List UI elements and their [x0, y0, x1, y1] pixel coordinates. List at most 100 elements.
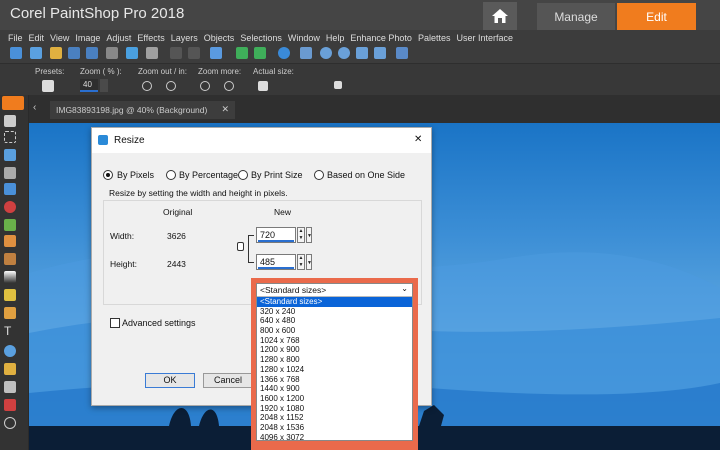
menu-window[interactable]: Window — [288, 33, 320, 43]
open-folder-icon[interactable] — [50, 47, 62, 59]
menu-user-interface[interactable]: User Interface — [456, 33, 513, 43]
crop-tool-icon[interactable] — [4, 167, 16, 179]
standard-sizes-dropdown[interactable]: <Standard sizes> ⌄ <Standard sizes> 320 … — [256, 283, 413, 443]
list-item[interactable]: 800 x 600 — [257, 326, 412, 336]
menu-image[interactable]: Image — [75, 33, 100, 43]
menu-enhance-photo[interactable]: Enhance Photo — [350, 33, 412, 43]
undo-icon[interactable] — [170, 47, 182, 59]
pan-tool-icon[interactable] — [2, 96, 24, 110]
radio-label-by-percentage[interactable]: By Percentage — [179, 170, 238, 180]
redo-icon[interactable] — [188, 47, 200, 59]
zoom-value-field[interactable]: 40 — [80, 79, 98, 92]
list-item[interactable]: 1440 x 900 — [257, 384, 412, 394]
list-item[interactable]: 1280 x 1024 — [257, 365, 412, 375]
advanced-settings-label[interactable]: Advanced settings — [122, 318, 196, 328]
radio-by-print-size[interactable] — [238, 170, 248, 180]
radio-label-by-pixels[interactable]: By Pixels — [117, 170, 154, 180]
radio-by-percentage[interactable] — [166, 170, 176, 180]
list-item[interactable]: 1280 x 800 — [257, 355, 412, 365]
pan-preset-icon[interactable] — [42, 80, 54, 92]
list-item[interactable]: 1920 x 1080 — [257, 404, 412, 414]
dropper-tool-icon[interactable] — [4, 149, 16, 161]
eraser-tool-icon[interactable] — [4, 399, 16, 411]
save-icon[interactable] — [68, 47, 80, 59]
dialog-close-icon[interactable]: ✕ — [414, 134, 422, 145]
pen-tool-icon[interactable] — [4, 363, 16, 375]
add-tool-icon[interactable] — [4, 417, 16, 429]
actual-size-icon[interactable] — [374, 47, 386, 59]
browse-icon[interactable] — [30, 47, 42, 59]
tab-scroll-left-icon[interactable]: ‹ — [33, 102, 36, 113]
zoom-more-in-icon[interactable] — [224, 81, 234, 91]
new-width-field[interactable]: 720 — [256, 227, 296, 243]
info-icon[interactable] — [278, 47, 290, 59]
aspect-lock-icon[interactable] — [237, 242, 244, 251]
actual-size-button-icon[interactable] — [258, 81, 268, 91]
selection-tool-icon[interactable] — [4, 131, 16, 143]
ok-button[interactable]: OK — [145, 373, 195, 388]
print-icon[interactable] — [106, 47, 118, 59]
menu-view[interactable]: View — [50, 33, 69, 43]
menu-help[interactable]: Help — [326, 33, 345, 43]
zoom-out-icon[interactable] — [338, 47, 350, 59]
list-item[interactable]: 2048 x 1152 — [257, 413, 412, 423]
height-spinner[interactable]: ▲ ▼ — [297, 254, 305, 270]
width-unit-dropdown[interactable]: ▼ — [306, 227, 312, 243]
radio-label-by-print-size[interactable]: By Print Size — [251, 170, 303, 180]
list-item[interactable]: 1024 x 768 — [257, 336, 412, 346]
list-item[interactable]: 1600 x 1200 — [257, 394, 412, 404]
crop-icon[interactable] — [146, 47, 158, 59]
menu-adjust[interactable]: Adjust — [106, 33, 131, 43]
dodge-tool-icon[interactable] — [4, 289, 16, 301]
menu-file[interactable]: File — [8, 33, 23, 43]
list-item[interactable]: 2048 x 1536 — [257, 423, 412, 433]
menu-objects[interactable]: Objects — [204, 33, 235, 43]
menu-palettes[interactable]: Palettes — [418, 33, 451, 43]
radio-by-pixels[interactable] — [103, 170, 113, 180]
menu-edit[interactable]: Edit — [29, 33, 45, 43]
makeover-tool-icon[interactable] — [4, 219, 16, 231]
document-tab-close-icon[interactable]: ✕ — [221, 104, 229, 115]
new-file-icon[interactable] — [10, 47, 22, 59]
height-unit-dropdown[interactable]: ▼ — [306, 254, 312, 270]
radio-label-based-on-one-side[interactable]: Based on One Side — [327, 170, 405, 180]
document-tab[interactable]: IMG83893198.jpg @ 40% (Background) ✕ — [50, 101, 235, 119]
warp-tool-icon[interactable] — [4, 381, 16, 393]
home-button[interactable] — [483, 2, 517, 30]
zoom-more-out-icon[interactable] — [200, 81, 210, 91]
rotate-left-icon[interactable] — [236, 47, 248, 59]
zoom-in-icon[interactable] — [320, 47, 332, 59]
share-icon[interactable] — [126, 47, 138, 59]
clone-tool-icon[interactable] — [4, 235, 16, 247]
list-item[interactable]: <Standard sizes> — [257, 297, 412, 307]
menu-selections[interactable]: Selections — [240, 33, 282, 43]
list-item[interactable]: 1200 x 900 — [257, 345, 412, 355]
tab-manage[interactable]: Manage — [537, 3, 615, 30]
fit-window-icon[interactable] — [356, 47, 368, 59]
text-tool-icon[interactable]: T — [4, 325, 16, 337]
cancel-button[interactable]: Cancel — [203, 373, 253, 388]
layout-icon[interactable] — [396, 47, 408, 59]
list-item[interactable]: 4096 x 3072 — [257, 433, 412, 443]
straighten-tool-icon[interactable] — [4, 183, 16, 195]
grid-icon[interactable] — [300, 47, 312, 59]
fill-tool-icon[interactable] — [4, 307, 16, 319]
list-item[interactable]: 640 x 480 — [257, 316, 412, 326]
tab-edit[interactable]: Edit — [617, 3, 696, 30]
menu-layers[interactable]: Layers — [171, 33, 198, 43]
list-item[interactable]: 1366 x 768 — [257, 375, 412, 385]
fit-icon[interactable] — [334, 81, 342, 89]
pick-tool-icon[interactable] — [4, 115, 16, 127]
menu-effects[interactable]: Effects — [137, 33, 164, 43]
zoom-spinner[interactable] — [100, 79, 108, 92]
list-item[interactable]: 320 x 240 — [257, 307, 412, 317]
zoom-in-icon[interactable] — [166, 81, 176, 91]
red-eye-tool-icon[interactable] — [4, 201, 16, 213]
rotate-right-icon[interactable] — [254, 47, 266, 59]
paint-brush-icon[interactable] — [4, 253, 16, 265]
radio-based-on-one-side[interactable] — [314, 170, 324, 180]
new-height-field[interactable]: 485 — [256, 254, 296, 270]
gradient-tool-icon[interactable] — [4, 271, 16, 283]
image-icon[interactable] — [210, 47, 222, 59]
shape-tool-icon[interactable] — [4, 345, 16, 357]
